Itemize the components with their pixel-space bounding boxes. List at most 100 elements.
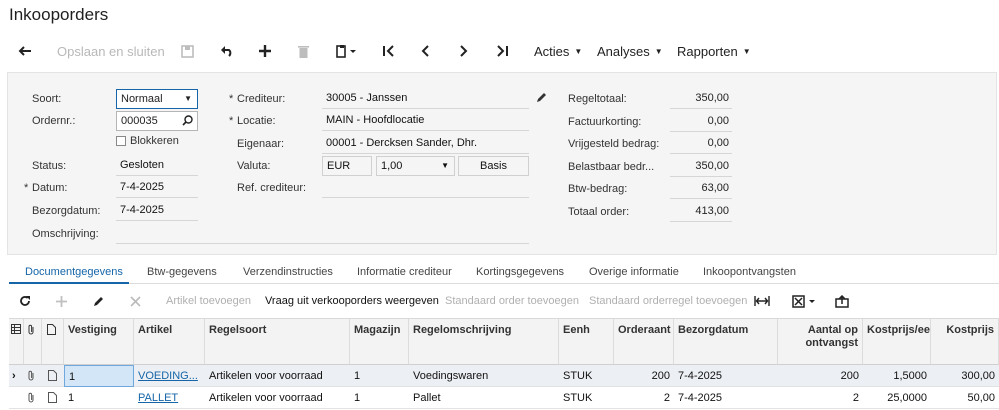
rate-select[interactable]: 1,00 ▼ xyxy=(376,156,455,176)
col-regelsoort[interactable]: Regelsoort xyxy=(205,319,350,365)
col-orderaant[interactable]: Orderaant xyxy=(614,319,674,365)
total-value: 350,00 xyxy=(670,157,732,177)
total-label: Regeltotaal: xyxy=(568,93,627,105)
col-magazijn[interactable]: Magazijn xyxy=(350,319,409,365)
tab-bar: Documentgegevens Btw-gegevens Verzendins… xyxy=(9,262,999,284)
total-value: 63,00 xyxy=(670,179,732,199)
tab-informatie-crediteur[interactable]: Informatie crediteur xyxy=(357,266,452,278)
type-select[interactable]: Normaal ▼ xyxy=(116,89,198,109)
chevron-down-icon: ▼ xyxy=(184,94,192,103)
cell-omschrijving: Voedingswaren xyxy=(409,365,559,387)
save-icon[interactable] xyxy=(181,36,194,66)
total-label: Totaal order: xyxy=(568,205,630,218)
blocked-checkbox[interactable]: Blokkeren xyxy=(116,135,179,147)
delete-icon[interactable] xyxy=(298,36,309,66)
description-field[interactable] xyxy=(116,224,529,244)
note-icon[interactable] xyxy=(48,370,60,382)
copy-paste-icon[interactable] xyxy=(336,36,358,66)
ordernr-label: Ordernr.: xyxy=(32,115,76,127)
tab-inkoopontvangsten[interactable]: Inkoopontvangsten xyxy=(703,266,796,278)
refresh-icon[interactable] xyxy=(19,288,31,314)
cell-orderaant: 200 xyxy=(614,365,674,387)
col-aantal-op-ontvangst[interactable]: Aantal op ontvangst xyxy=(778,319,863,365)
analyses-menu[interactable]: Analyses ▼ xyxy=(597,36,663,66)
col-eenh[interactable]: Eenh xyxy=(559,319,614,365)
tab-verzendinstructies[interactable]: Verzendinstructies xyxy=(243,266,333,278)
search-icon[interactable] xyxy=(182,114,193,132)
order-lines-grid: Vestiging Artikel Regelsoort Magazijn Re… xyxy=(9,318,999,410)
edit-icon[interactable] xyxy=(536,92,547,106)
upload-icon[interactable] xyxy=(835,288,849,314)
tab-overige-informatie[interactable]: Overige informatie xyxy=(589,266,679,278)
tab-kortingsgegevens[interactable]: Kortingsgegevens xyxy=(476,266,564,278)
basis-button[interactable]: Basis xyxy=(458,156,529,176)
tab-documentgegevens[interactable]: Documentgegevens xyxy=(25,266,123,278)
delete-row-icon[interactable] xyxy=(130,288,141,314)
date-field[interactable]: 7-4-2025 xyxy=(116,178,198,198)
cell-omschrijving: Pallet xyxy=(409,387,559,409)
tab-divider xyxy=(9,283,999,284)
edit-row-icon[interactable] xyxy=(93,288,105,314)
request-orders-button[interactable]: Vraag uit verkooporders weergeven xyxy=(265,288,439,314)
attachment-icon[interactable] xyxy=(27,392,39,404)
description-label: Omschrijving: xyxy=(32,228,99,240)
tab-btw-gegevens[interactable]: Btw-gegevens xyxy=(147,266,217,278)
creditor-field[interactable]: 30005 - Janssen xyxy=(322,89,529,109)
omschrijving-value: Voedingswaren xyxy=(413,370,489,382)
cell-bezorgdatum: 7-4-2025 xyxy=(674,387,778,409)
note-icon[interactable] xyxy=(48,392,60,404)
artikel-value: VOEDING... xyxy=(138,370,198,382)
reports-menu[interactable]: Rapporten ▼ xyxy=(677,36,751,66)
cell-artikel[interactable]: VOEDING... xyxy=(134,365,205,387)
col-kostprijs[interactable]: Kostprijs xyxy=(931,319,999,365)
grid-toolbar: Artikel toevoegen Vraag uit verkooporder… xyxy=(9,288,999,314)
attachment-icon[interactable] xyxy=(27,370,39,382)
total-value: 413,00 xyxy=(670,202,732,222)
delivery-date-field[interactable]: 7-4-2025 xyxy=(116,201,198,221)
location-field[interactable]: MAIN - Hoofdlocatie xyxy=(322,111,529,131)
status-value: Gesloten xyxy=(116,156,198,176)
cell-eenh: STUK xyxy=(559,387,614,409)
actions-label: Acties xyxy=(534,43,570,59)
analyses-label: Analyses xyxy=(597,43,650,59)
back-icon[interactable] xyxy=(18,36,32,66)
delivery-date-label: Bezorgdatum: xyxy=(32,205,101,217)
artikel-value: PALLET xyxy=(138,392,179,404)
cell-regelsoort: Artikelen voor voorraad xyxy=(205,365,350,387)
add-item-button[interactable]: Artikel toevoegen xyxy=(166,288,251,314)
add-standard-order-button[interactable]: Standaard order toevoegen xyxy=(445,288,579,314)
cell-orderaant: 2 xyxy=(614,387,674,409)
add-standard-line-button[interactable]: Standaard orderregel toevoegen xyxy=(589,288,747,314)
next-record-icon[interactable] xyxy=(459,36,469,66)
fit-columns-icon[interactable] xyxy=(754,288,770,314)
currency-field[interactable]: EUR xyxy=(322,156,372,176)
kostprijs_eenh-value: 25,0000 xyxy=(887,392,927,404)
col-artikel[interactable]: Artikel xyxy=(134,319,205,365)
add-row-icon[interactable] xyxy=(56,288,67,314)
col-vestiging[interactable]: Vestiging xyxy=(64,319,134,365)
cell-artikel[interactable]: PALLET xyxy=(134,387,205,409)
first-record-icon[interactable] xyxy=(383,36,395,66)
col-kostprijs-eenh[interactable]: Kostprijs/eenh xyxy=(863,319,931,365)
owner-field[interactable]: 00001 - Dercksen Sander, Dhr. xyxy=(322,134,529,154)
actions-menu[interactable]: Acties ▼ xyxy=(534,36,582,66)
undo-icon[interactable] xyxy=(220,36,234,66)
col-regelomschrijving[interactable]: Regelomschrijving xyxy=(409,319,559,365)
col-bezorgdatum[interactable]: Bezorgdatum xyxy=(674,319,778,365)
total-value: 0,00 xyxy=(670,134,732,154)
total-label: Btw-bedrag: xyxy=(568,183,628,195)
checkbox-icon[interactable] xyxy=(116,136,126,146)
export-excel-icon[interactable] xyxy=(792,288,818,314)
add-icon[interactable] xyxy=(259,36,271,66)
cell-vestiging[interactable]: 1 xyxy=(64,387,134,409)
previous-record-icon[interactable] xyxy=(420,36,430,66)
ordernr-field[interactable]: 000035 xyxy=(116,111,198,131)
save-close-button[interactable]: Opslaan en sluiten xyxy=(57,36,165,66)
ontvangst-value: 200 xyxy=(840,370,859,382)
cell-vestiging[interactable]: 1 xyxy=(64,365,134,387)
ref-creditor-field[interactable] xyxy=(322,178,529,198)
order-header-panel: Soort: Normaal ▼ Ordernr.: 000035 Blokker… xyxy=(7,72,997,255)
last-record-icon[interactable] xyxy=(496,36,508,66)
status-label: Status: xyxy=(32,160,67,172)
row-options-icon[interactable] xyxy=(9,319,24,365)
